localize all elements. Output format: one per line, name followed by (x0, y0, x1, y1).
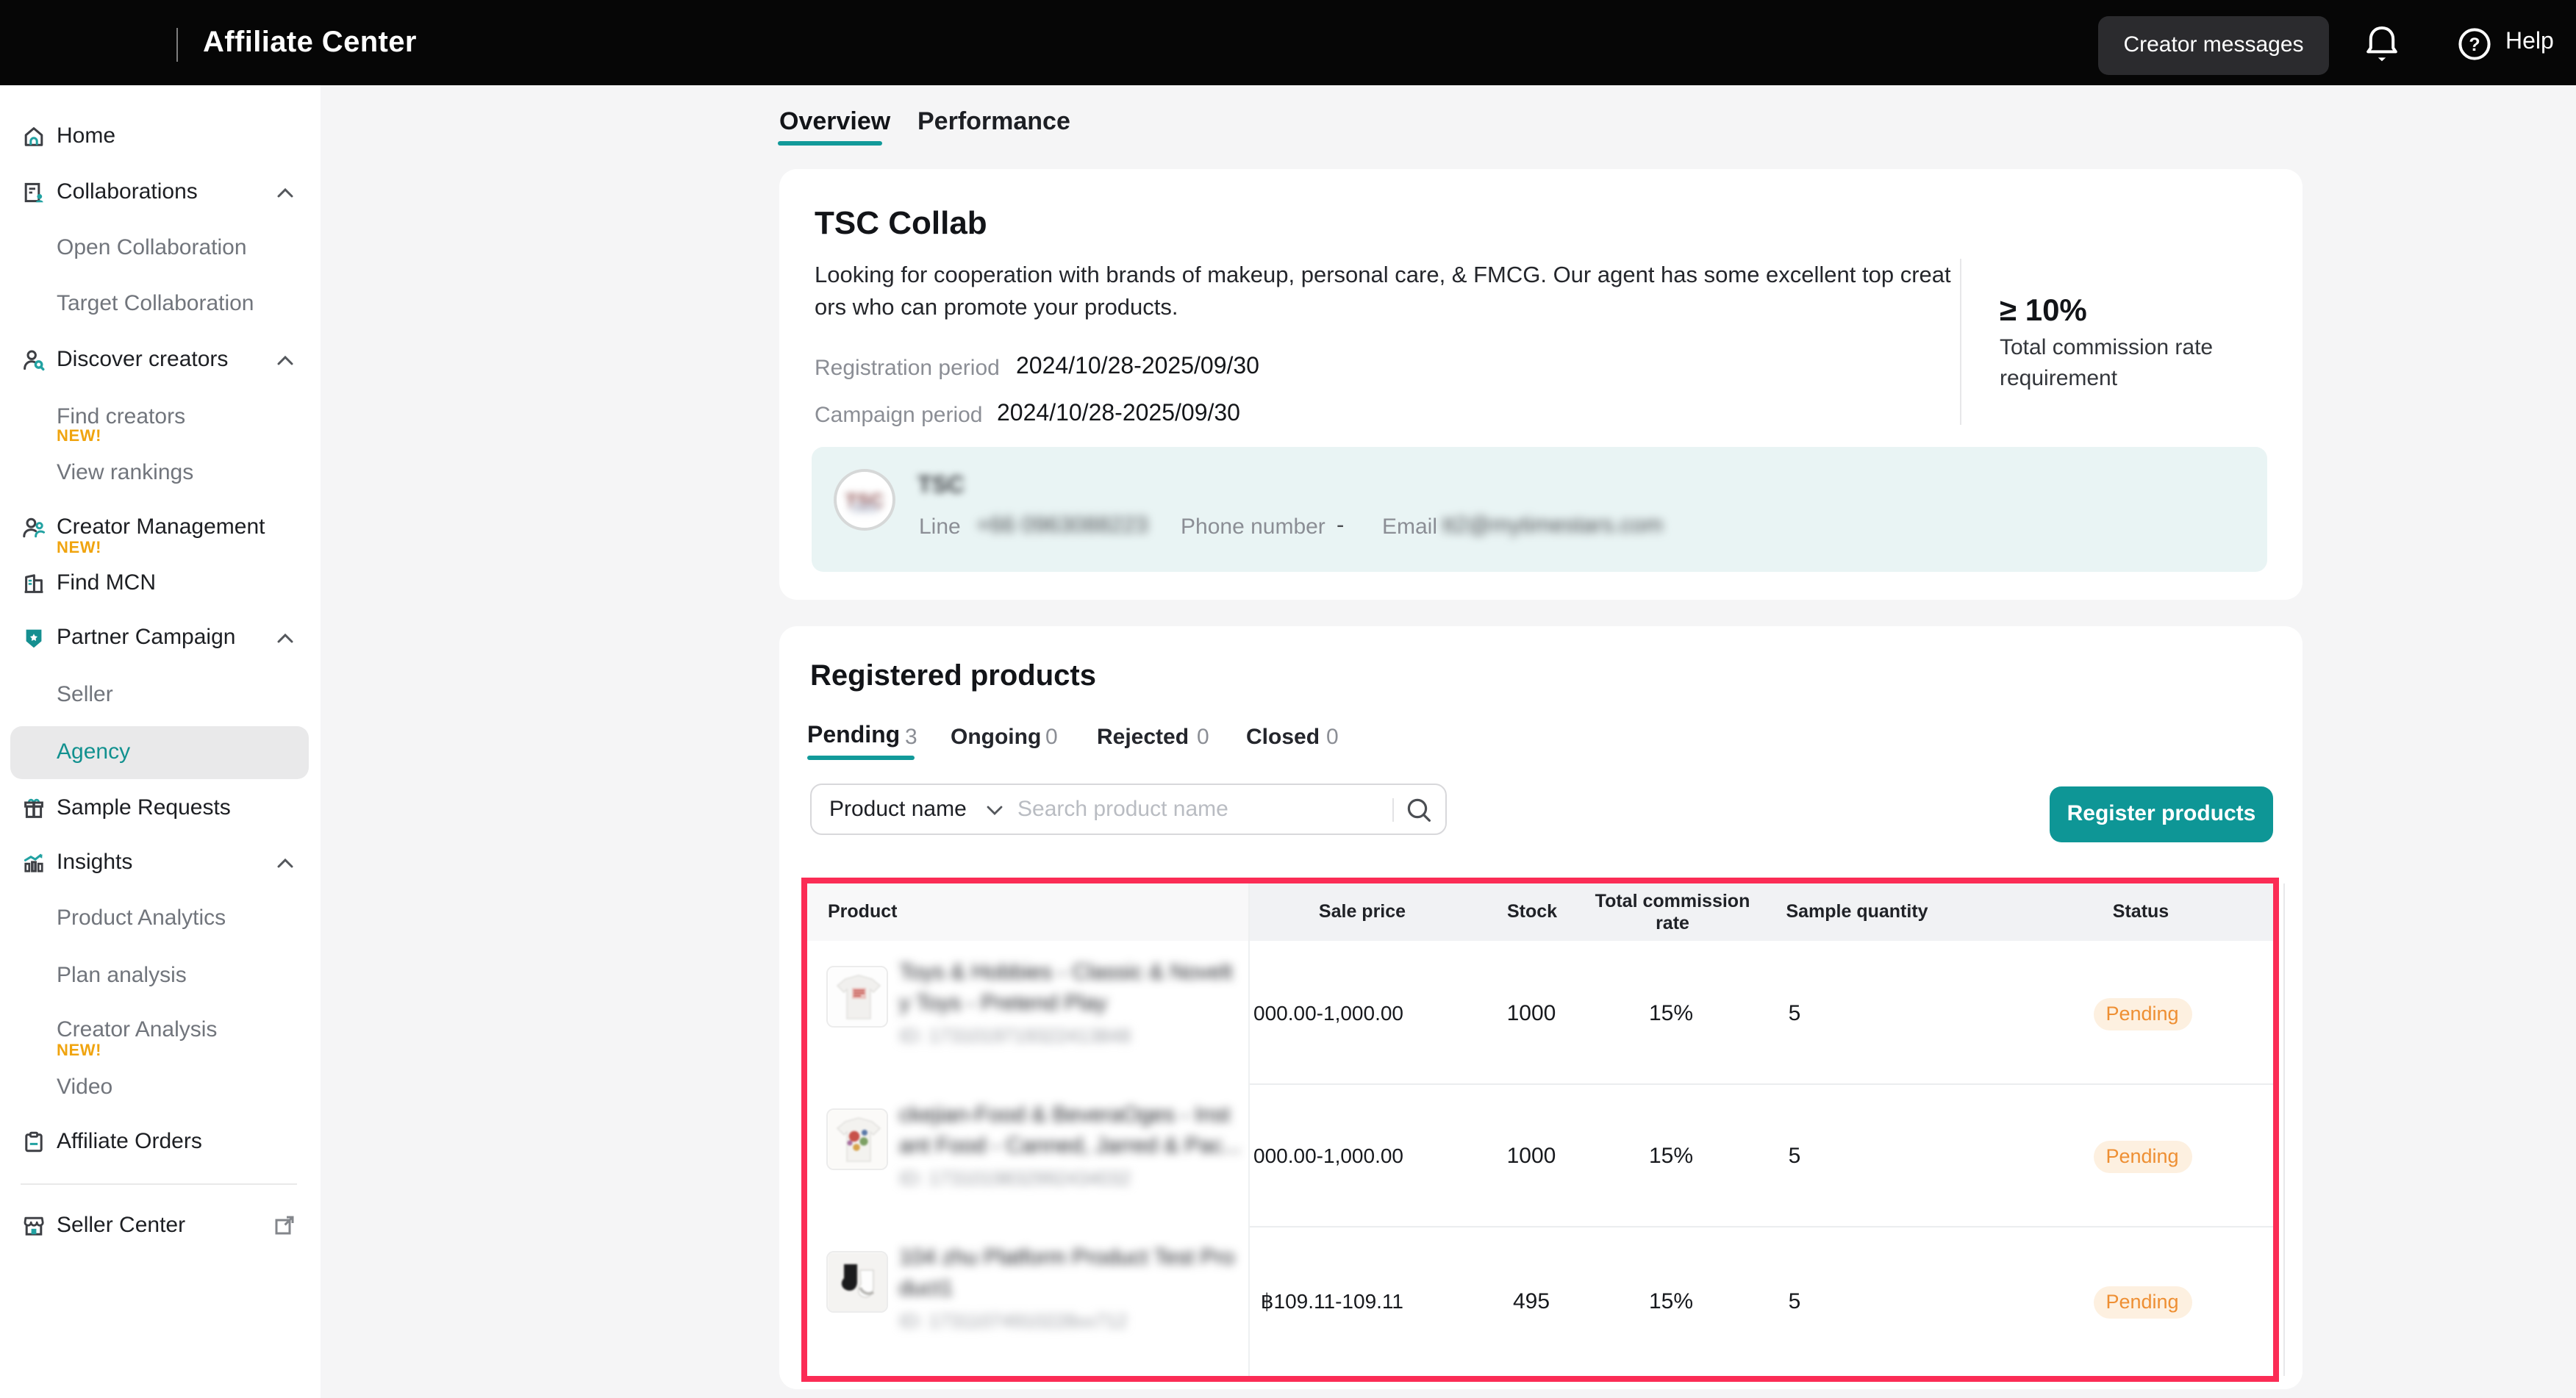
svg-text:?: ? (2469, 34, 2480, 54)
